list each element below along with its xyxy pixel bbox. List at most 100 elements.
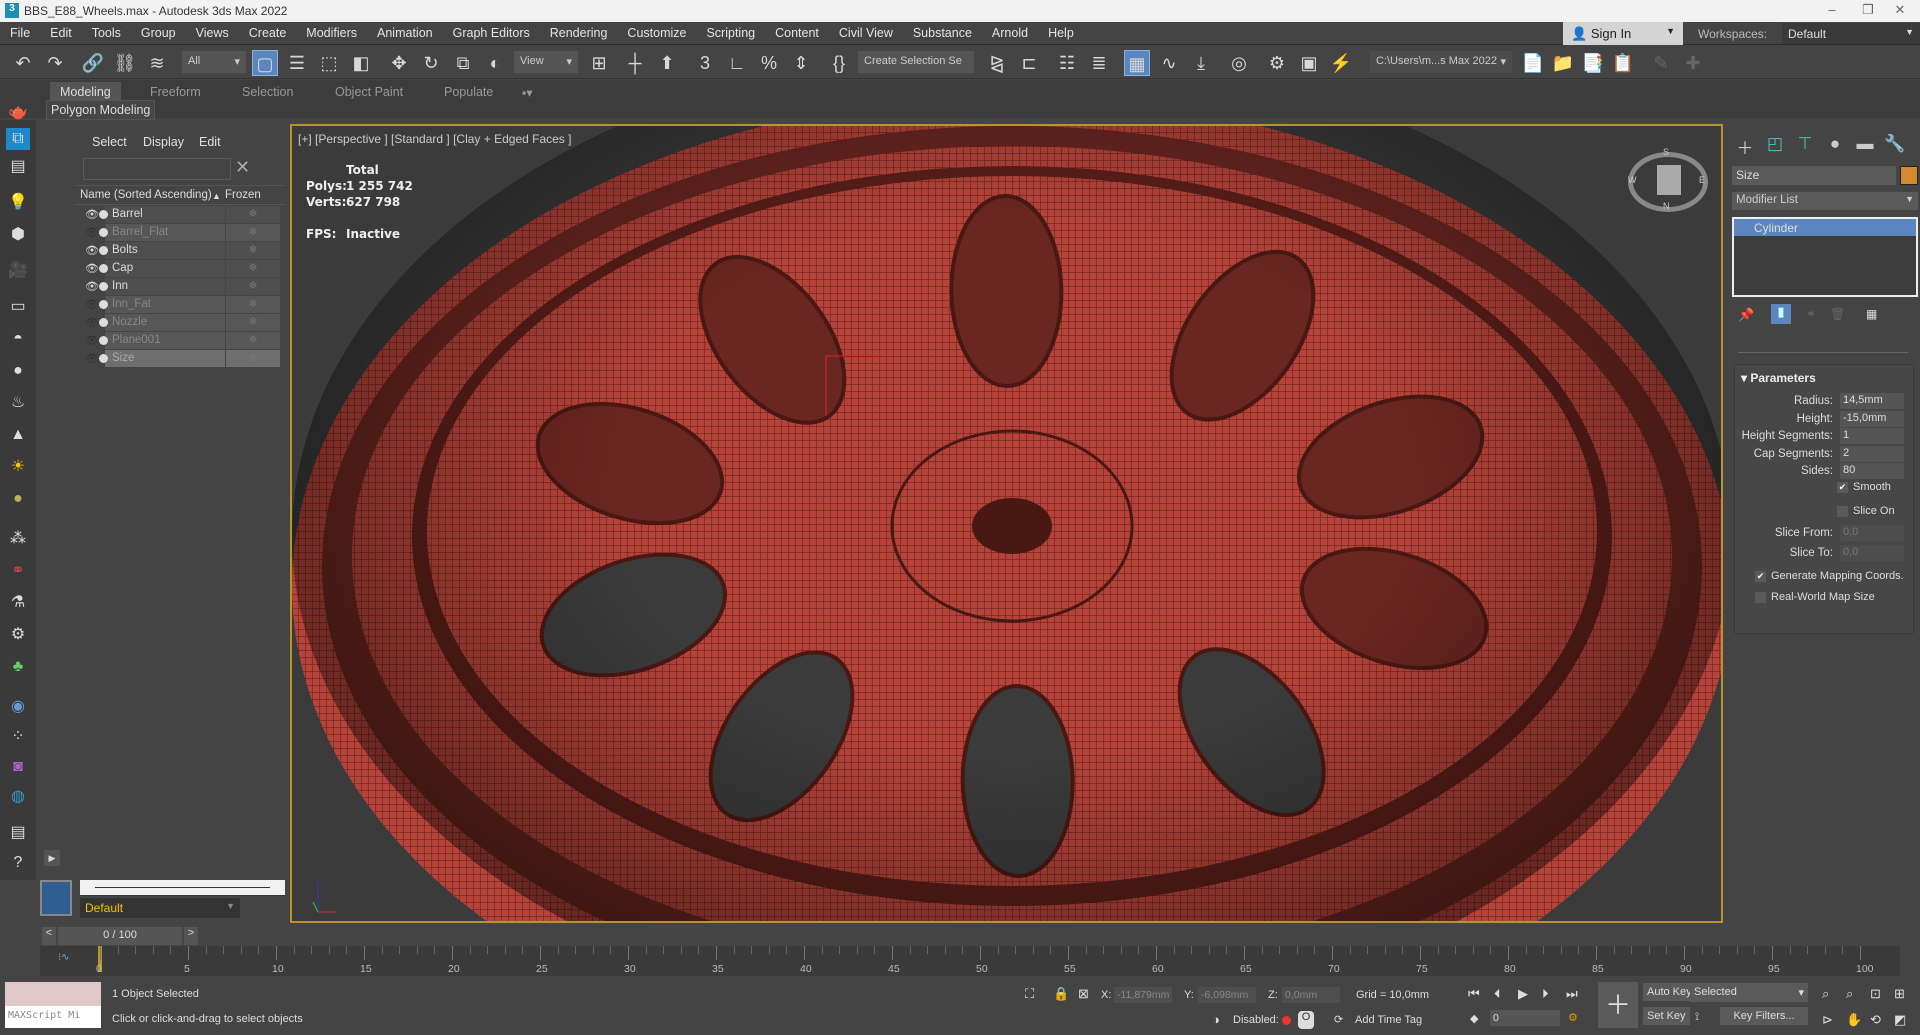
frozen-icon[interactable]: ❄ (225, 260, 280, 277)
render-dot-icon[interactable] (99, 246, 108, 255)
visibility-eye-icon[interactable]: 👁 (85, 244, 99, 257)
render-dot-icon[interactable] (99, 264, 108, 273)
stack-item-cylinder[interactable]: Cylinder (1734, 219, 1916, 236)
explorer-row[interactable]: 👁 Inn_Fat ❄ (85, 296, 280, 314)
menu-group[interactable]: Group (131, 22, 186, 44)
bind-space-warp-icon[interactable]: ≋ (144, 50, 170, 76)
ribbon-tab-selection[interactable]: Selection (232, 82, 303, 101)
project-folder-icon[interactable]: 📁 (1550, 50, 1576, 76)
maxscript-input[interactable]: MAXScript Mi (5, 1006, 101, 1028)
key-mode-dropdown[interactable]: Selected ▾ (1690, 983, 1808, 1002)
snap-toggle-icon[interactable]: O (1298, 1011, 1314, 1029)
pan-icon[interactable]: ✋ (1846, 1012, 1862, 1028)
scene-explorer-toggle-icon[interactable]: ☷ (1054, 50, 1080, 76)
ribbon-tab-freeform[interactable]: Freeform (140, 82, 211, 101)
selection-filter-dropdown[interactable]: All ▾ (182, 51, 246, 73)
layer-color-swatch[interactable] (40, 880, 72, 916)
scene-explorer-icon[interactable]: ⧉ (6, 128, 30, 150)
color-picker-icon[interactable]: ⁘ (6, 726, 30, 748)
pivot-center-icon[interactable]: ⊞ (586, 50, 612, 76)
spinner-snap-icon[interactable]: ⇕ (788, 50, 814, 76)
snaps-toggle-icon[interactable]: 3 (692, 50, 718, 76)
viewcube-east[interactable]: E (1699, 175, 1705, 185)
curve-editor-icon[interactable]: ∿ (1156, 50, 1182, 76)
menu-scripting[interactable]: Scripting (696, 22, 765, 44)
viewport-label[interactable]: [+] [Perspective ] [Standard ] [Clay + E… (298, 132, 571, 146)
arnold-add-icon[interactable]: ✚ (1680, 50, 1706, 76)
menu-civil-view[interactable]: Civil View (829, 22, 903, 44)
param-spinner[interactable]: 14,5mm (1840, 393, 1904, 409)
column-name-header[interactable]: Name (Sorted Ascending) (80, 189, 212, 201)
unlink-icon[interactable]: ⛓ (112, 50, 138, 76)
set-key-big-button[interactable]: ＋ (1598, 982, 1638, 1028)
rectangular-selection-icon[interactable]: ⬚ (316, 50, 342, 76)
select-object-icon[interactable]: ▢ (252, 50, 278, 76)
project-hierarchy-icon[interactable]: 📑 (1580, 50, 1606, 76)
align-icon[interactable]: ⊏ (1016, 50, 1042, 76)
next-frame-icon[interactable]: ⏵ (1542, 986, 1549, 1002)
polygon-modeling-panel[interactable]: Polygon Modeling (46, 100, 156, 120)
explorer-row[interactable]: 👁 Cap ❄ (85, 260, 280, 278)
angle-snap-icon[interactable]: ∟ (724, 50, 750, 76)
move-icon[interactable]: ✥ (386, 50, 412, 76)
utilities-tab-icon[interactable]: 🔧 (1882, 134, 1908, 156)
isolate-selection-icon[interactable]: ⛶ (1025, 986, 1034, 1002)
render-production-icon[interactable]: ⚡ (1328, 50, 1354, 76)
menu-substance[interactable]: Substance (903, 22, 982, 44)
set-key-button[interactable]: Set Key (1643, 1007, 1690, 1025)
viewcube-west[interactable]: W (1628, 175, 1637, 185)
go-to-end-icon[interactable]: ⏭ (1566, 986, 1578, 1002)
percent-snap-icon[interactable]: % (756, 50, 782, 76)
explorer-row[interactable]: 👁 Barrel_Flat ❄ (85, 224, 280, 242)
undo-icon[interactable]: ↶ (10, 50, 36, 76)
ribbon-tab-object-paint[interactable]: Object Paint (325, 82, 413, 101)
go-to-start-icon[interactable]: ⏮ (1468, 986, 1480, 1002)
box-icon[interactable]: ▭ (6, 296, 30, 318)
zoom-icon[interactable]: ⌕ (1822, 986, 1829, 1002)
generate-mapping-checkbox[interactable]: ✔ (1755, 571, 1766, 582)
hierarchy-tab-icon[interactable]: ⊤ (1792, 134, 1818, 156)
window-crossing-icon[interactable]: ◧ (348, 50, 374, 76)
render-dot-icon[interactable] (99, 228, 108, 237)
minimize-button[interactable]: – (1812, 2, 1852, 20)
slice-on-checkbox[interactable] (1837, 506, 1848, 517)
menu-views[interactable]: Views (186, 22, 239, 44)
explorer-row[interactable]: 👁 Barrel ❄ (85, 206, 280, 224)
key-filters-button[interactable]: Key Filters... (1720, 1007, 1808, 1025)
frozen-icon[interactable]: ❄ (225, 314, 280, 331)
time-tag-icon[interactable]: ⟳ (1334, 1013, 1343, 1026)
redo-icon[interactable]: ↷ (42, 50, 68, 76)
explorer-row[interactable]: 👁 Inn ❄ (85, 278, 280, 296)
explorer-menu-edit[interactable]: Edit (199, 135, 221, 149)
time-slider[interactable]: 0 / 100 (58, 927, 182, 945)
make-unique-icon[interactable]: ⚭ (1806, 307, 1816, 321)
play-icon[interactable]: ▶ (1518, 986, 1528, 1002)
orbit-icon[interactable]: ⟲ (1870, 1012, 1881, 1028)
render-icon[interactable]: ◙ (6, 756, 30, 778)
z-coordinate-field[interactable]: 0,0mm (1282, 987, 1340, 1003)
slice-from-field[interactable]: 0,0 (1840, 525, 1904, 541)
motion-tab-icon[interactable]: ● (1822, 134, 1848, 156)
menu-animation[interactable]: Animation (367, 22, 443, 44)
perspective-viewport[interactable]: [+] [Perspective ] [Standard ] [Clay + E… (290, 124, 1723, 923)
key-filter-icon[interactable]: ⟟ (1695, 1011, 1699, 1024)
visibility-eye-icon[interactable]: 👁 (85, 226, 99, 239)
visibility-eye-icon[interactable]: 👁 (85, 316, 99, 329)
render-dot-icon[interactable] (99, 354, 108, 363)
menu-create[interactable]: Create (239, 22, 297, 44)
frozen-icon[interactable]: ❄ (225, 206, 280, 223)
schematic-view-icon[interactable]: ⤓ (1188, 50, 1214, 76)
system-icon[interactable]: ⚙ (6, 624, 30, 646)
current-frame-field[interactable]: 0 (1490, 1010, 1560, 1026)
zoom-extents-all-icon[interactable]: ⊞ (1894, 986, 1905, 1002)
menu-rendering[interactable]: Rendering (540, 22, 618, 44)
dome-icon[interactable]: ◓ (6, 328, 30, 350)
layer-icon[interactable]: ▤ (6, 156, 30, 178)
mirror-icon[interactable]: ⧎ (984, 50, 1010, 76)
light-icon[interactable]: 💡 (6, 192, 30, 214)
menu-graph-editors[interactable]: Graph Editors (443, 22, 540, 44)
bone-icon[interactable]: ⚗ (6, 592, 30, 614)
viewcube-box[interactable] (1657, 165, 1681, 195)
frozen-icon[interactable]: ❄ (225, 278, 280, 295)
viewcube-south[interactable]: S (1663, 147, 1669, 157)
